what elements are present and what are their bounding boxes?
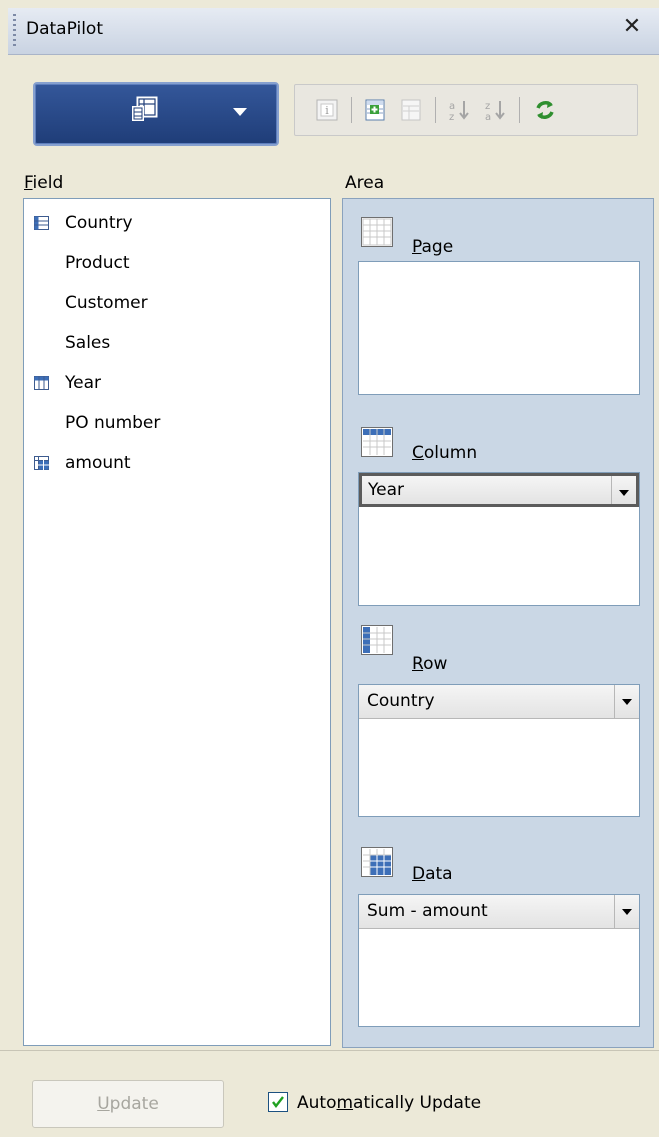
chevron-down-icon[interactable] — [611, 476, 636, 504]
dropdown-arrow-icon — [233, 108, 247, 116]
field-name: Sales — [65, 333, 111, 353]
refresh-icon[interactable] — [531, 96, 559, 124]
field-name: amount — [65, 453, 131, 473]
svg-text:z: z — [485, 101, 490, 112]
field-name: Product — [65, 253, 130, 273]
page-drop-zone[interactable] — [358, 261, 640, 395]
column-drop-zone[interactable]: Year — [358, 472, 640, 606]
page-area-label: Page — [412, 237, 454, 257]
row-field-chip[interactable]: Country — [359, 685, 639, 719]
update-button[interactable]: Update — [32, 1080, 224, 1128]
column-field-icon — [34, 376, 49, 390]
row-drop-zone[interactable]: Country — [358, 684, 640, 817]
add-field-icon[interactable] — [361, 96, 389, 124]
page-area-icon — [361, 217, 393, 247]
column-area-icon — [361, 427, 393, 457]
remove-field-icon[interactable] — [397, 96, 425, 124]
data-field-icon — [34, 456, 49, 470]
data-field-chip[interactable]: Sum - amount — [359, 895, 639, 929]
title-bar — [8, 8, 659, 55]
svg-text:i: i — [325, 104, 329, 117]
chevron-down-icon[interactable] — [614, 895, 639, 928]
row-field-icon — [34, 216, 49, 230]
field-list[interactable]: Country Product Customer Sales Year PO n… — [23, 198, 331, 1046]
auto-update-checkbox[interactable] — [268, 1092, 288, 1112]
svg-text:a: a — [449, 101, 455, 112]
list-item[interactable]: Country — [24, 208, 324, 238]
check-icon — [272, 1096, 284, 1108]
drag-grip-icon[interactable] — [13, 14, 16, 48]
area-label: Area — [345, 173, 385, 193]
list-item[interactable]: Sales — [24, 328, 324, 358]
column-field-chip[interactable]: Year — [359, 473, 639, 507]
area-panel: Page Column Year Row Country Data Sum - — [342, 198, 654, 1048]
list-item[interactable]: PO number — [24, 408, 324, 438]
list-item[interactable]: Year — [24, 368, 324, 398]
row-area-icon — [361, 625, 393, 655]
auto-update-label[interactable]: Automatically Update — [297, 1093, 481, 1113]
close-icon[interactable]: ✕ — [618, 13, 646, 41]
pivot-layout-icon — [132, 96, 158, 121]
window-title: DataPilot — [26, 19, 103, 39]
sort-descending-icon[interactable]: z a — [481, 96, 509, 124]
row-area-label: Row — [412, 654, 448, 674]
field-name: Country — [65, 213, 133, 233]
toolbar: i a z z a — [294, 84, 638, 136]
svg-text:z: z — [449, 112, 454, 123]
sort-ascending-icon[interactable]: a z — [445, 96, 473, 124]
field-name: Customer — [65, 293, 148, 313]
list-item[interactable]: Customer — [24, 288, 324, 318]
list-item[interactable]: amount — [24, 448, 324, 478]
data-area-icon — [361, 847, 393, 877]
layout-mode-button[interactable] — [33, 82, 279, 146]
chevron-down-icon[interactable] — [614, 685, 639, 718]
info-icon[interactable]: i — [313, 96, 341, 124]
column-area-label: Column — [412, 443, 478, 463]
list-item[interactable]: Product — [24, 248, 324, 278]
data-area-label: Data — [412, 864, 453, 884]
field-name: Year — [65, 373, 101, 393]
svg-text:a: a — [485, 112, 491, 123]
data-drop-zone[interactable]: Sum - amount — [358, 894, 640, 1027]
field-label: Field — [24, 173, 64, 193]
field-name: PO number — [65, 413, 161, 433]
